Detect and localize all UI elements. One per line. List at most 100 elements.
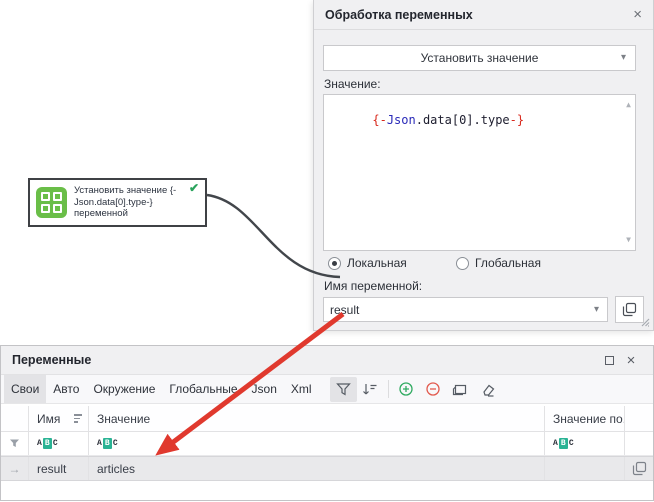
abc-filter-icon: ABC	[97, 438, 118, 449]
sort-button[interactable]	[357, 377, 384, 402]
remove-variable-button[interactable]	[420, 377, 447, 402]
filter-actions-cell	[625, 432, 653, 455]
maximize-icon	[605, 356, 614, 365]
abc-b: B	[559, 438, 568, 449]
variables-window: Переменные × Свои Авто Окружение Глобаль…	[0, 345, 654, 501]
action-node-label: Установить значение {- Json.data[0].type…	[74, 185, 192, 220]
row-default-cell[interactable]	[545, 457, 625, 480]
radio-local[interactable]: Локальная	[328, 256, 407, 270]
filter-indicator-cell	[1, 432, 29, 455]
code-object: Json	[387, 113, 416, 127]
variable-value: articles	[97, 462, 135, 476]
grid-filter-row: ABC ABC ABC	[1, 432, 653, 456]
close-icon[interactable]: ×	[633, 7, 642, 22]
close-button[interactable]: ×	[620, 349, 642, 371]
sort-ascending-icon	[74, 414, 82, 423]
copy-icon	[622, 302, 637, 317]
scroll-up-icon[interactable]: ▲	[626, 101, 631, 109]
scroll-down-icon[interactable]: ▼	[626, 236, 631, 244]
variables-titlebar: Переменные ×	[1, 346, 653, 375]
clear-filter-button[interactable]	[474, 377, 501, 402]
chevron-down-icon: ▾	[621, 52, 626, 63]
radio-local-label: Локальная	[347, 256, 407, 270]
action-type-dropdown[interactable]: Установить значение ▾	[323, 45, 636, 71]
abc-b: B	[43, 438, 52, 449]
close-icon: ×	[627, 353, 636, 368]
header-default-label: Значение по...	[553, 412, 625, 426]
filter-icon	[336, 382, 351, 397]
success-check-icon: ✔	[189, 181, 199, 195]
abc-a: A	[553, 439, 558, 448]
filter-button[interactable]	[330, 377, 357, 402]
add-variable-button[interactable]	[393, 377, 420, 402]
variable-processing-panel: Обработка переменных × Установить значен…	[313, 0, 654, 331]
code-path: .data[0].type	[416, 113, 510, 127]
abc-c: C	[113, 439, 118, 448]
tab-environment[interactable]: Окружение	[86, 375, 162, 403]
header-value-label: Значение	[97, 412, 150, 426]
row-indicator-cell: →	[1, 457, 29, 480]
variable-name-label: Имя переменной:	[324, 279, 422, 293]
plus-circle-icon	[398, 381, 414, 397]
abc-filter-icon: ABC	[37, 438, 58, 449]
action-node-label-line3: переменной	[74, 208, 192, 220]
eraser-icon	[479, 382, 496, 397]
abc-c: C	[53, 439, 58, 448]
toolbar-separator	[388, 380, 389, 398]
abc-filter-icon: ABC	[553, 438, 574, 449]
variable-name-combobox[interactable]: result ▾	[323, 297, 608, 322]
radio-global[interactable]: Глобальная	[456, 256, 541, 270]
value-label: Значение:	[324, 77, 381, 91]
header-name-label: Имя	[37, 412, 60, 426]
tab-xml[interactable]: Xml	[284, 375, 319, 403]
copy-icon	[632, 461, 647, 476]
abc-b: B	[103, 438, 112, 449]
radio-global-circle	[456, 257, 469, 270]
panel-title: Обработка переменных	[325, 8, 473, 22]
filter-row-icon	[9, 438, 20, 449]
variables-title: Переменные	[12, 353, 598, 367]
header-indicator-cell	[1, 406, 29, 431]
abc-c: C	[569, 439, 574, 448]
action-node-set-value[interactable]: Установить значение {- Json.data[0].type…	[28, 178, 207, 227]
radio-global-label: Глобальная	[475, 256, 541, 270]
header-default-value[interactable]: Значение по...	[545, 406, 625, 431]
action-node-label-line2: Json.data[0].type-}	[74, 197, 192, 209]
variables-grid-icon	[36, 187, 67, 218]
row-copy-cell[interactable]	[625, 457, 653, 480]
value-editor[interactable]: {-Json.data[0].type-} ▲ ▼	[323, 94, 636, 251]
code-open-brace: {-	[372, 113, 386, 127]
tab-own[interactable]: Свои	[4, 375, 46, 403]
variables-grid: Имя Значение Значение по...	[1, 406, 653, 500]
canvas: Установить значение {- Json.data[0].type…	[0, 0, 654, 502]
maximize-button[interactable]	[598, 349, 620, 371]
table-row[interactable]: → result articles	[1, 456, 653, 481]
header-value[interactable]: Значение	[89, 406, 545, 431]
radio-local-circle	[328, 257, 341, 270]
chevron-down-icon: ▾	[594, 304, 599, 315]
column-chooser-button[interactable]	[447, 377, 474, 402]
variable-name: result	[37, 462, 66, 476]
tab-auto[interactable]: Авто	[46, 375, 86, 403]
code-close-brace: -}	[510, 113, 524, 127]
row-name-cell[interactable]: result	[29, 457, 89, 480]
grid-header-row: Имя Значение Значение по...	[1, 406, 653, 432]
abc-a: A	[97, 439, 102, 448]
action-type-selected: Установить значение	[421, 51, 539, 65]
row-value-cell[interactable]: articles	[89, 457, 545, 480]
tab-global[interactable]: Глобальные	[162, 375, 244, 403]
header-actions-cell	[625, 406, 653, 431]
row-arrow-icon: →	[9, 462, 21, 476]
tab-json[interactable]: Json	[245, 375, 284, 403]
resize-grip[interactable]	[639, 316, 650, 327]
variables-tabbar: Свои Авто Окружение Глобальные Json Xml	[1, 375, 653, 404]
column-chooser-icon	[452, 382, 468, 397]
variable-name-value: result	[330, 303, 359, 317]
action-node-label-line1: Установить значение {-	[74, 185, 192, 197]
panel-titlebar: Обработка переменных ×	[314, 0, 653, 30]
filter-name-cell[interactable]: ABC	[29, 432, 89, 455]
filter-value-cell[interactable]: ABC	[89, 432, 545, 455]
filter-default-cell[interactable]: ABC	[545, 432, 625, 455]
header-name[interactable]: Имя	[29, 406, 89, 431]
sort-icon	[362, 382, 378, 397]
